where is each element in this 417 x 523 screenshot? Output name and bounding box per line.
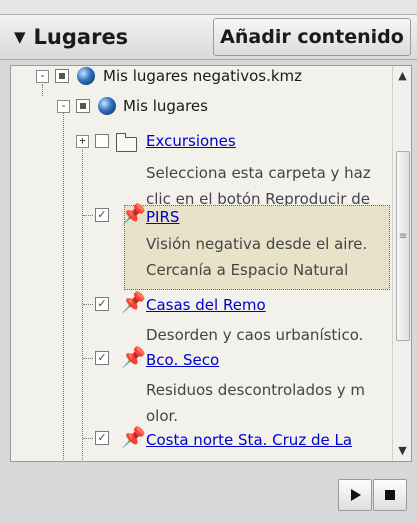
tree-line (83, 215, 93, 216)
pushpin-icon: 📌 (121, 345, 146, 369)
places-title: Lugares (33, 25, 129, 49)
pirs-checkbox[interactable]: ✓ (95, 208, 109, 222)
root-label[interactable]: Mis lugares negativos.kmz (103, 66, 302, 89)
casas-del-remo-link[interactable]: Casas del Remo (146, 292, 266, 318)
bco-seco-checkbox[interactable]: ✓ (95, 351, 109, 365)
folder-globe-icon (98, 97, 116, 115)
places-tree-view[interactable]: - Mis lugares negativos.kmz - Mis lugare… (10, 65, 412, 462)
scroll-down-arrow-icon[interactable]: ▼ (393, 441, 411, 461)
tree-line (42, 84, 43, 96)
vertical-scrollbar[interactable]: ▲ ≡ ▼ (392, 66, 411, 461)
tree-line (83, 304, 93, 305)
places-tree: - Mis lugares negativos.kmz - Mis lugare… (11, 66, 393, 461)
places-panel-header: ▼ Lugares Añadir contenido (0, 15, 417, 60)
bco-seco-link[interactable]: Bco. Seco (146, 347, 219, 373)
mis-lugares-collapse-toggle[interactable]: - (57, 100, 70, 113)
casas-del-remo-description-line: Desorden y caos urbanístico. (146, 326, 364, 344)
excursiones-link[interactable]: Excursiones (146, 128, 236, 154)
tree-line (83, 438, 93, 439)
excursiones-checkbox[interactable] (95, 134, 109, 148)
add-content-button[interactable]: Añadir contenido (213, 18, 411, 56)
mis-lugares-checkbox[interactable] (76, 99, 90, 113)
mis-lugares-label[interactable]: Mis lugares (123, 93, 208, 119)
costa-norte-checkbox[interactable]: ✓ (95, 431, 109, 445)
root-collapse-toggle[interactable]: - (36, 70, 49, 83)
bco-seco-description-line: Residuos descontrolados y m (146, 381, 366, 399)
pushpin-icon: 📌 (121, 290, 146, 314)
stop-icon (385, 490, 395, 500)
folder-icon (116, 133, 137, 152)
pushpin-icon: 📌 (121, 425, 146, 449)
pushpin-icon: 📌 (121, 202, 146, 226)
scroll-up-arrow-icon[interactable]: ▲ (393, 66, 411, 86)
play-tour-button[interactable] (338, 479, 372, 511)
bco-seco-description-line: olor. (146, 407, 179, 425)
costa-norte-link[interactable]: Costa norte Sta. Cruz de La (146, 427, 352, 453)
excursiones-expand-toggle[interactable]: + (76, 135, 89, 148)
tree-line (83, 358, 93, 359)
root-checkbox[interactable] (55, 69, 69, 83)
grip-icon: ≡ (398, 231, 408, 242)
scrollbar-thumb[interactable]: ≡ (396, 151, 410, 341)
places-title-toggle[interactable]: ▼ Lugares (14, 15, 128, 59)
casas-del-remo-checkbox[interactable]: ✓ (95, 297, 109, 311)
panel-top-border (0, 0, 417, 15)
play-icon (351, 489, 361, 501)
pirs-link[interactable]: PIRS (146, 204, 179, 230)
excursiones-description-line: Selecciona esta carpeta y haz (146, 164, 371, 182)
tree-line (82, 140, 83, 460)
pirs-description-line: Visión negativa desde el aire. (146, 235, 368, 253)
collapse-triangle-icon: ▼ (14, 28, 26, 46)
stop-tour-button[interactable] (373, 479, 407, 511)
tree-line (63, 112, 64, 461)
kmz-globe-icon (77, 67, 95, 85)
pirs-description-line: Cercanía a Espacio Natural (146, 261, 349, 279)
